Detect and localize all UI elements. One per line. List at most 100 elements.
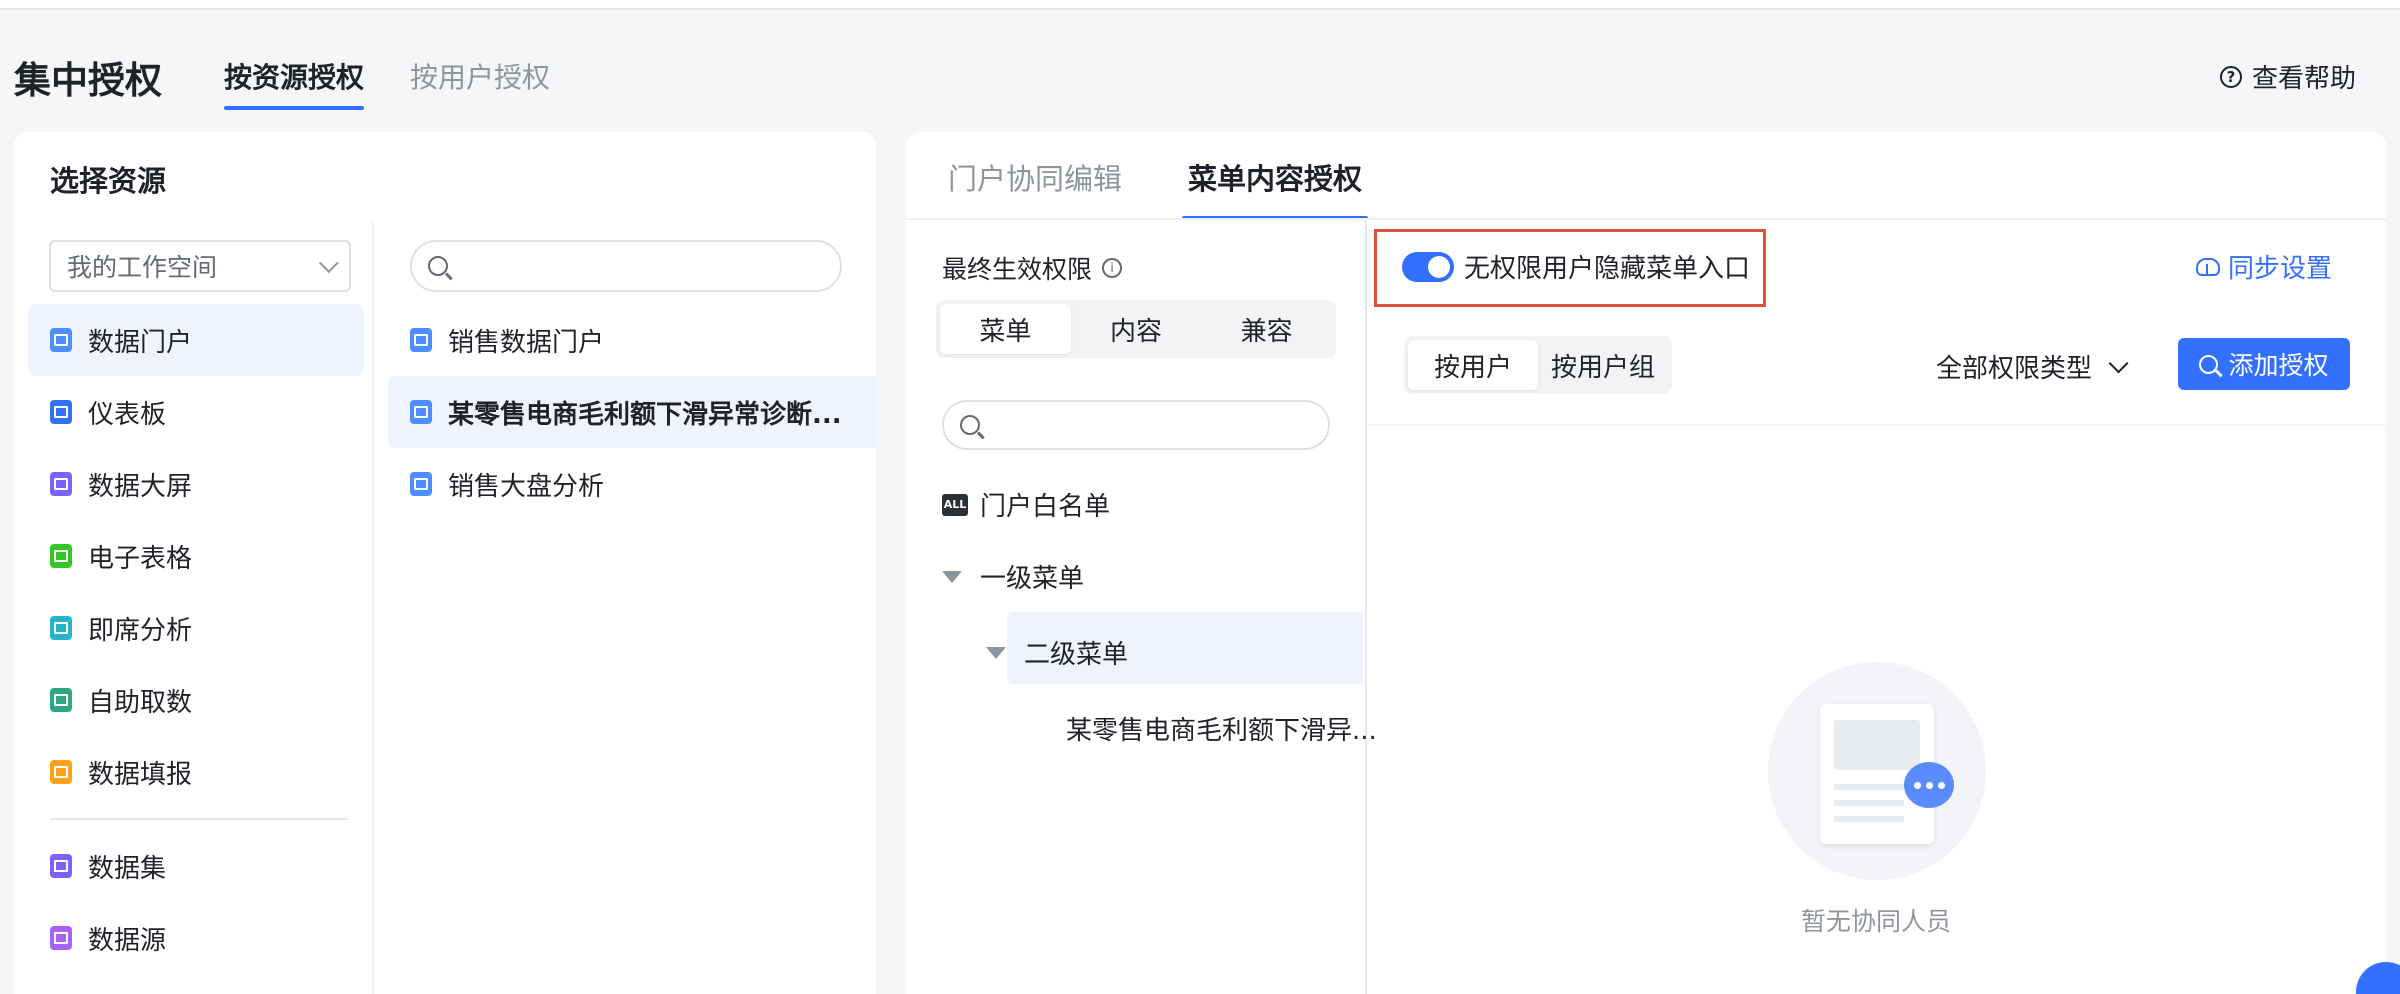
- tab-menu-content-auth[interactable]: 菜单内容授权: [1181, 156, 1369, 220]
- resource-type-item[interactable]: 数据填报: [28, 736, 364, 808]
- dataset-icon: [50, 854, 72, 878]
- resource-type-label: 自助取数: [88, 687, 193, 718]
- resource-type-item[interactable]: 即席分析: [28, 592, 364, 664]
- resource-search-input[interactable]: [460, 252, 820, 280]
- permission-type-label: 全部权限类型: [1936, 354, 2093, 384]
- self-service-icon: [50, 688, 72, 712]
- tree-label: 二级菜单: [1024, 640, 1129, 670]
- tree-item-leaf[interactable]: 某零售电商毛利额下滑异...: [1066, 710, 1377, 747]
- tab-by-user[interactable]: 按用户授权: [410, 56, 550, 96]
- portal-icon: [410, 328, 432, 352]
- resource-type-item[interactable]: 数据源: [28, 902, 364, 974]
- resource-type-list: 数据门户 仪表板 数据大屏 电子表格 即席分析 自助取数 数据填报 数据集 数据…: [28, 304, 364, 974]
- resource-type-label: 数据门户: [88, 327, 193, 358]
- segment-by-user[interactable]: 按用户: [1408, 340, 1538, 390]
- data-entry-icon: [50, 760, 72, 784]
- divider: [50, 818, 348, 820]
- segment-by-user-group[interactable]: 按用户组: [1538, 340, 1668, 390]
- resource-item[interactable]: 某零售电商毛利额下滑异常诊断...: [388, 376, 878, 448]
- tree-item-whitelist[interactable]: ALL 门户白名单: [942, 486, 1110, 523]
- all-icon: ALL: [942, 493, 968, 516]
- divider: [372, 222, 374, 994]
- resource-label: 销售大盘分析: [448, 471, 605, 502]
- help-label: 查看帮助: [2251, 64, 2356, 94]
- segment-content[interactable]: 内容: [1071, 304, 1202, 354]
- empty-state-illustration: [1768, 662, 1986, 880]
- help-link[interactable]: ? 查看帮助: [2219, 58, 2356, 95]
- permission-type-filter[interactable]: 全部权限类型: [1936, 348, 2129, 385]
- caret-down-icon[interactable]: [986, 646, 1006, 659]
- chevron-down-icon: [2108, 353, 2129, 373]
- chevron-down-icon: [318, 253, 339, 274]
- portal-icon: [410, 472, 432, 496]
- portal-icon: [410, 400, 432, 424]
- datasource-icon: [50, 926, 72, 950]
- resource-type-item[interactable]: 仪表板: [28, 376, 364, 448]
- add-authorization-label: 添加授权: [2228, 351, 2329, 380]
- help-icon: ?: [2219, 65, 2242, 88]
- add-authorization-button[interactable]: 添加授权: [2178, 338, 2350, 390]
- resource-type-label: 数据集: [88, 853, 167, 884]
- search-icon: [2199, 354, 2219, 374]
- hide-menu-toggle-label: 无权限用户隐藏菜单入口: [1464, 254, 1751, 284]
- menu-search[interactable]: [942, 400, 1330, 450]
- resource-selector-panel: 选择资源 我的工作空间 数据门户 仪表板 数据大屏 电子表格 即席分析 自助取数: [14, 132, 878, 994]
- resource-search[interactable]: [410, 240, 842, 292]
- resource-type-item[interactable]: 数据大屏: [28, 448, 364, 520]
- panel-title: 选择资源: [50, 164, 167, 198]
- search-icon: [960, 415, 980, 435]
- segment-compatible[interactable]: 兼容: [1201, 304, 1332, 354]
- spreadsheet-icon: [50, 544, 72, 568]
- page-title: 集中授权: [14, 59, 162, 102]
- empty-state-text: 暂无协同人员: [1800, 907, 1951, 936]
- tab-by-resource[interactable]: 按资源授权: [224, 56, 365, 110]
- screen-icon: [50, 472, 72, 496]
- resource-label: 销售数据门户: [448, 327, 605, 358]
- chat-bubble-icon: [1904, 762, 1954, 808]
- user-segment: 按用户 按用户组: [1404, 336, 1672, 394]
- resource-type-item[interactable]: 电子表格: [28, 520, 364, 592]
- resource-type-label: 数据大屏: [88, 471, 193, 502]
- resource-type-label: 电子表格: [88, 543, 193, 574]
- effective-permission-label: 最终生效权限 i: [942, 250, 1123, 286]
- top-bar: [0, 0, 2400, 10]
- divider: [1368, 424, 2386, 426]
- segment-menu[interactable]: 菜单: [940, 304, 1071, 354]
- cloud-upload-icon: [2195, 257, 2220, 276]
- adhoc-analysis-icon: [50, 616, 72, 640]
- workspace-select-value: 我的工作空间: [67, 253, 218, 282]
- resource-type-item[interactable]: 自助取数: [28, 664, 364, 736]
- workspace-select[interactable]: 我的工作空间: [49, 240, 351, 292]
- resource-list: 销售数据门户 某零售电商毛利额下滑异常诊断... 销售大盘分析: [388, 304, 878, 520]
- portal-icon: [50, 328, 72, 352]
- resource-type-label: 仪表板: [88, 399, 167, 430]
- effective-permission-text: 最终生效权限: [942, 255, 1093, 284]
- info-icon[interactable]: i: [1102, 258, 1123, 278]
- resource-type-label: 数据填报: [88, 759, 193, 790]
- search-icon: [428, 256, 448, 276]
- dashboard-icon: [50, 400, 72, 424]
- tree-label: 某零售电商毛利额下滑异...: [1066, 716, 1377, 746]
- resource-label: 某零售电商毛利额下滑异常诊断...: [448, 399, 842, 430]
- tree-item-level2[interactable]: 二级菜单: [986, 634, 1128, 671]
- resource-item[interactable]: 销售大盘分析: [388, 448, 878, 520]
- tree-label: 一级菜单: [980, 564, 1085, 594]
- resource-type-label: 即席分析: [88, 615, 193, 646]
- resource-type-item[interactable]: 数据门户: [28, 304, 364, 376]
- tree-label: 门户白名单: [980, 492, 1111, 522]
- hide-menu-toggle[interactable]: [1402, 252, 1454, 282]
- divider: [1365, 220, 1367, 994]
- caret-down-icon[interactable]: [942, 570, 962, 583]
- resource-type-label: 数据源: [88, 925, 167, 956]
- resource-item[interactable]: 销售数据门户: [388, 304, 878, 376]
- floating-action-button[interactable]: [2356, 962, 2400, 994]
- authorization-panel: 门户协同编辑 菜单内容授权 最终生效权限 i 菜单 内容 兼容 ALL 门户白名…: [906, 132, 2400, 994]
- divider: [906, 218, 2386, 220]
- sync-settings-link[interactable]: 同步设置: [2195, 248, 2332, 285]
- sync-settings-label: 同步设置: [2227, 254, 2332, 284]
- menu-search-input[interactable]: [992, 411, 1312, 439]
- resource-type-item[interactable]: 数据集: [28, 830, 364, 902]
- permission-segment: 菜单 内容 兼容: [936, 300, 1336, 358]
- tree-item-level1[interactable]: 一级菜单: [942, 558, 1084, 595]
- tab-portal-co-edit[interactable]: 门户协同编辑: [948, 156, 1122, 198]
